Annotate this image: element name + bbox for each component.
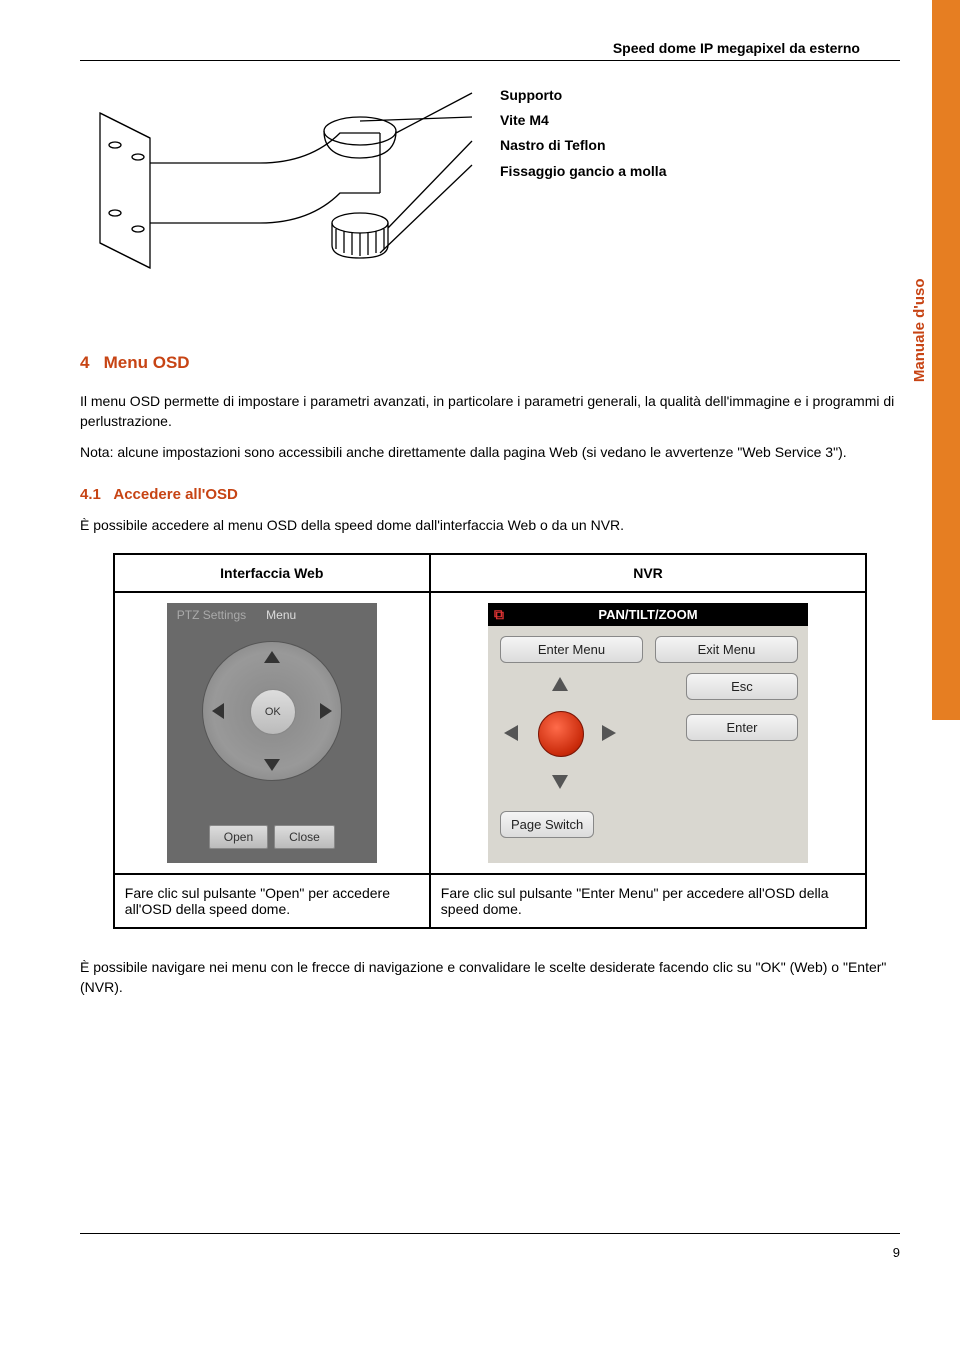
section-4-heading: 4 Menu OSD (80, 353, 900, 373)
arrow-left-icon[interactable] (504, 725, 518, 741)
nvr-dpad (500, 673, 620, 793)
nvr-title: PAN/TILT/ZOOM (598, 607, 697, 622)
table-header-nvr: NVR (430, 554, 866, 592)
arrow-up-icon[interactable] (264, 651, 280, 663)
enter-menu-button[interactable]: Enter Menu (500, 636, 643, 663)
arrow-right-icon[interactable] (602, 725, 616, 741)
arrow-down-icon[interactable] (264, 759, 280, 771)
page-number: 9 (893, 1245, 900, 1260)
ptz-dpad: OK (202, 641, 342, 781)
ptz-web-panel: PTZ Settings Menu OK Open Close (167, 603, 377, 863)
orange-sidebar (932, 0, 960, 720)
enter-button[interactable]: Enter (686, 714, 798, 741)
callout-fissaggio-gancio: Fissaggio gancio a molla (500, 159, 666, 184)
ok-button[interactable]: OK (250, 689, 296, 735)
side-label: Manuale d'uso (912, 279, 929, 383)
callout-nastro-teflon: Nastro di Teflon (500, 133, 666, 158)
nvr-panel: ⧉ PAN/TILT/ZOOM Enter Menu Exit Menu (488, 603, 808, 863)
callout-supporto: Supporto (500, 83, 666, 108)
header-rule (80, 60, 900, 61)
footer-rule (80, 1233, 900, 1234)
page-title: Speed dome IP megapixel da esterno (80, 40, 900, 56)
table-caption-web: Fare clic sul pulsante "Open" per accede… (114, 874, 430, 928)
section-4-1-heading: 4.1 Accedere all'OSD (80, 486, 900, 503)
esc-button[interactable]: Esc (686, 673, 798, 700)
arrow-left-icon[interactable] (212, 703, 224, 719)
paragraph-intro: Il menu OSD permette di impostare i para… (80, 391, 900, 432)
ptz-icon: ⧉ (494, 606, 504, 623)
open-button[interactable]: Open (209, 825, 268, 849)
interfaces-table: Interfaccia Web NVR PTZ Settings Menu (113, 553, 867, 929)
arrow-down-icon[interactable] (552, 775, 568, 789)
table-caption-nvr: Fare clic sul pulsante "Enter Menu" per … (430, 874, 866, 928)
tab-menu[interactable]: Menu (256, 603, 306, 627)
paragraph-navigation: È possibile navigare nei menu con le fre… (80, 957, 900, 998)
table-header-web: Interfaccia Web (114, 554, 430, 592)
arrow-up-icon[interactable] (552, 677, 568, 691)
exit-menu-button[interactable]: Exit Menu (655, 636, 798, 663)
tab-ptz-settings[interactable]: PTZ Settings (167, 603, 256, 627)
close-button[interactable]: Close (274, 825, 335, 849)
paragraph-access: È possibile accedere al menu OSD della s… (80, 515, 900, 535)
nvr-center-button[interactable] (538, 711, 584, 757)
callout-vite-m4: Vite M4 (500, 108, 666, 133)
paragraph-note: Nota: alcune impostazioni sono accessibi… (80, 442, 900, 462)
arrow-right-icon[interactable] (320, 703, 332, 719)
mount-bracket-diagram (80, 73, 480, 293)
page-switch-button[interactable]: Page Switch (500, 811, 594, 838)
